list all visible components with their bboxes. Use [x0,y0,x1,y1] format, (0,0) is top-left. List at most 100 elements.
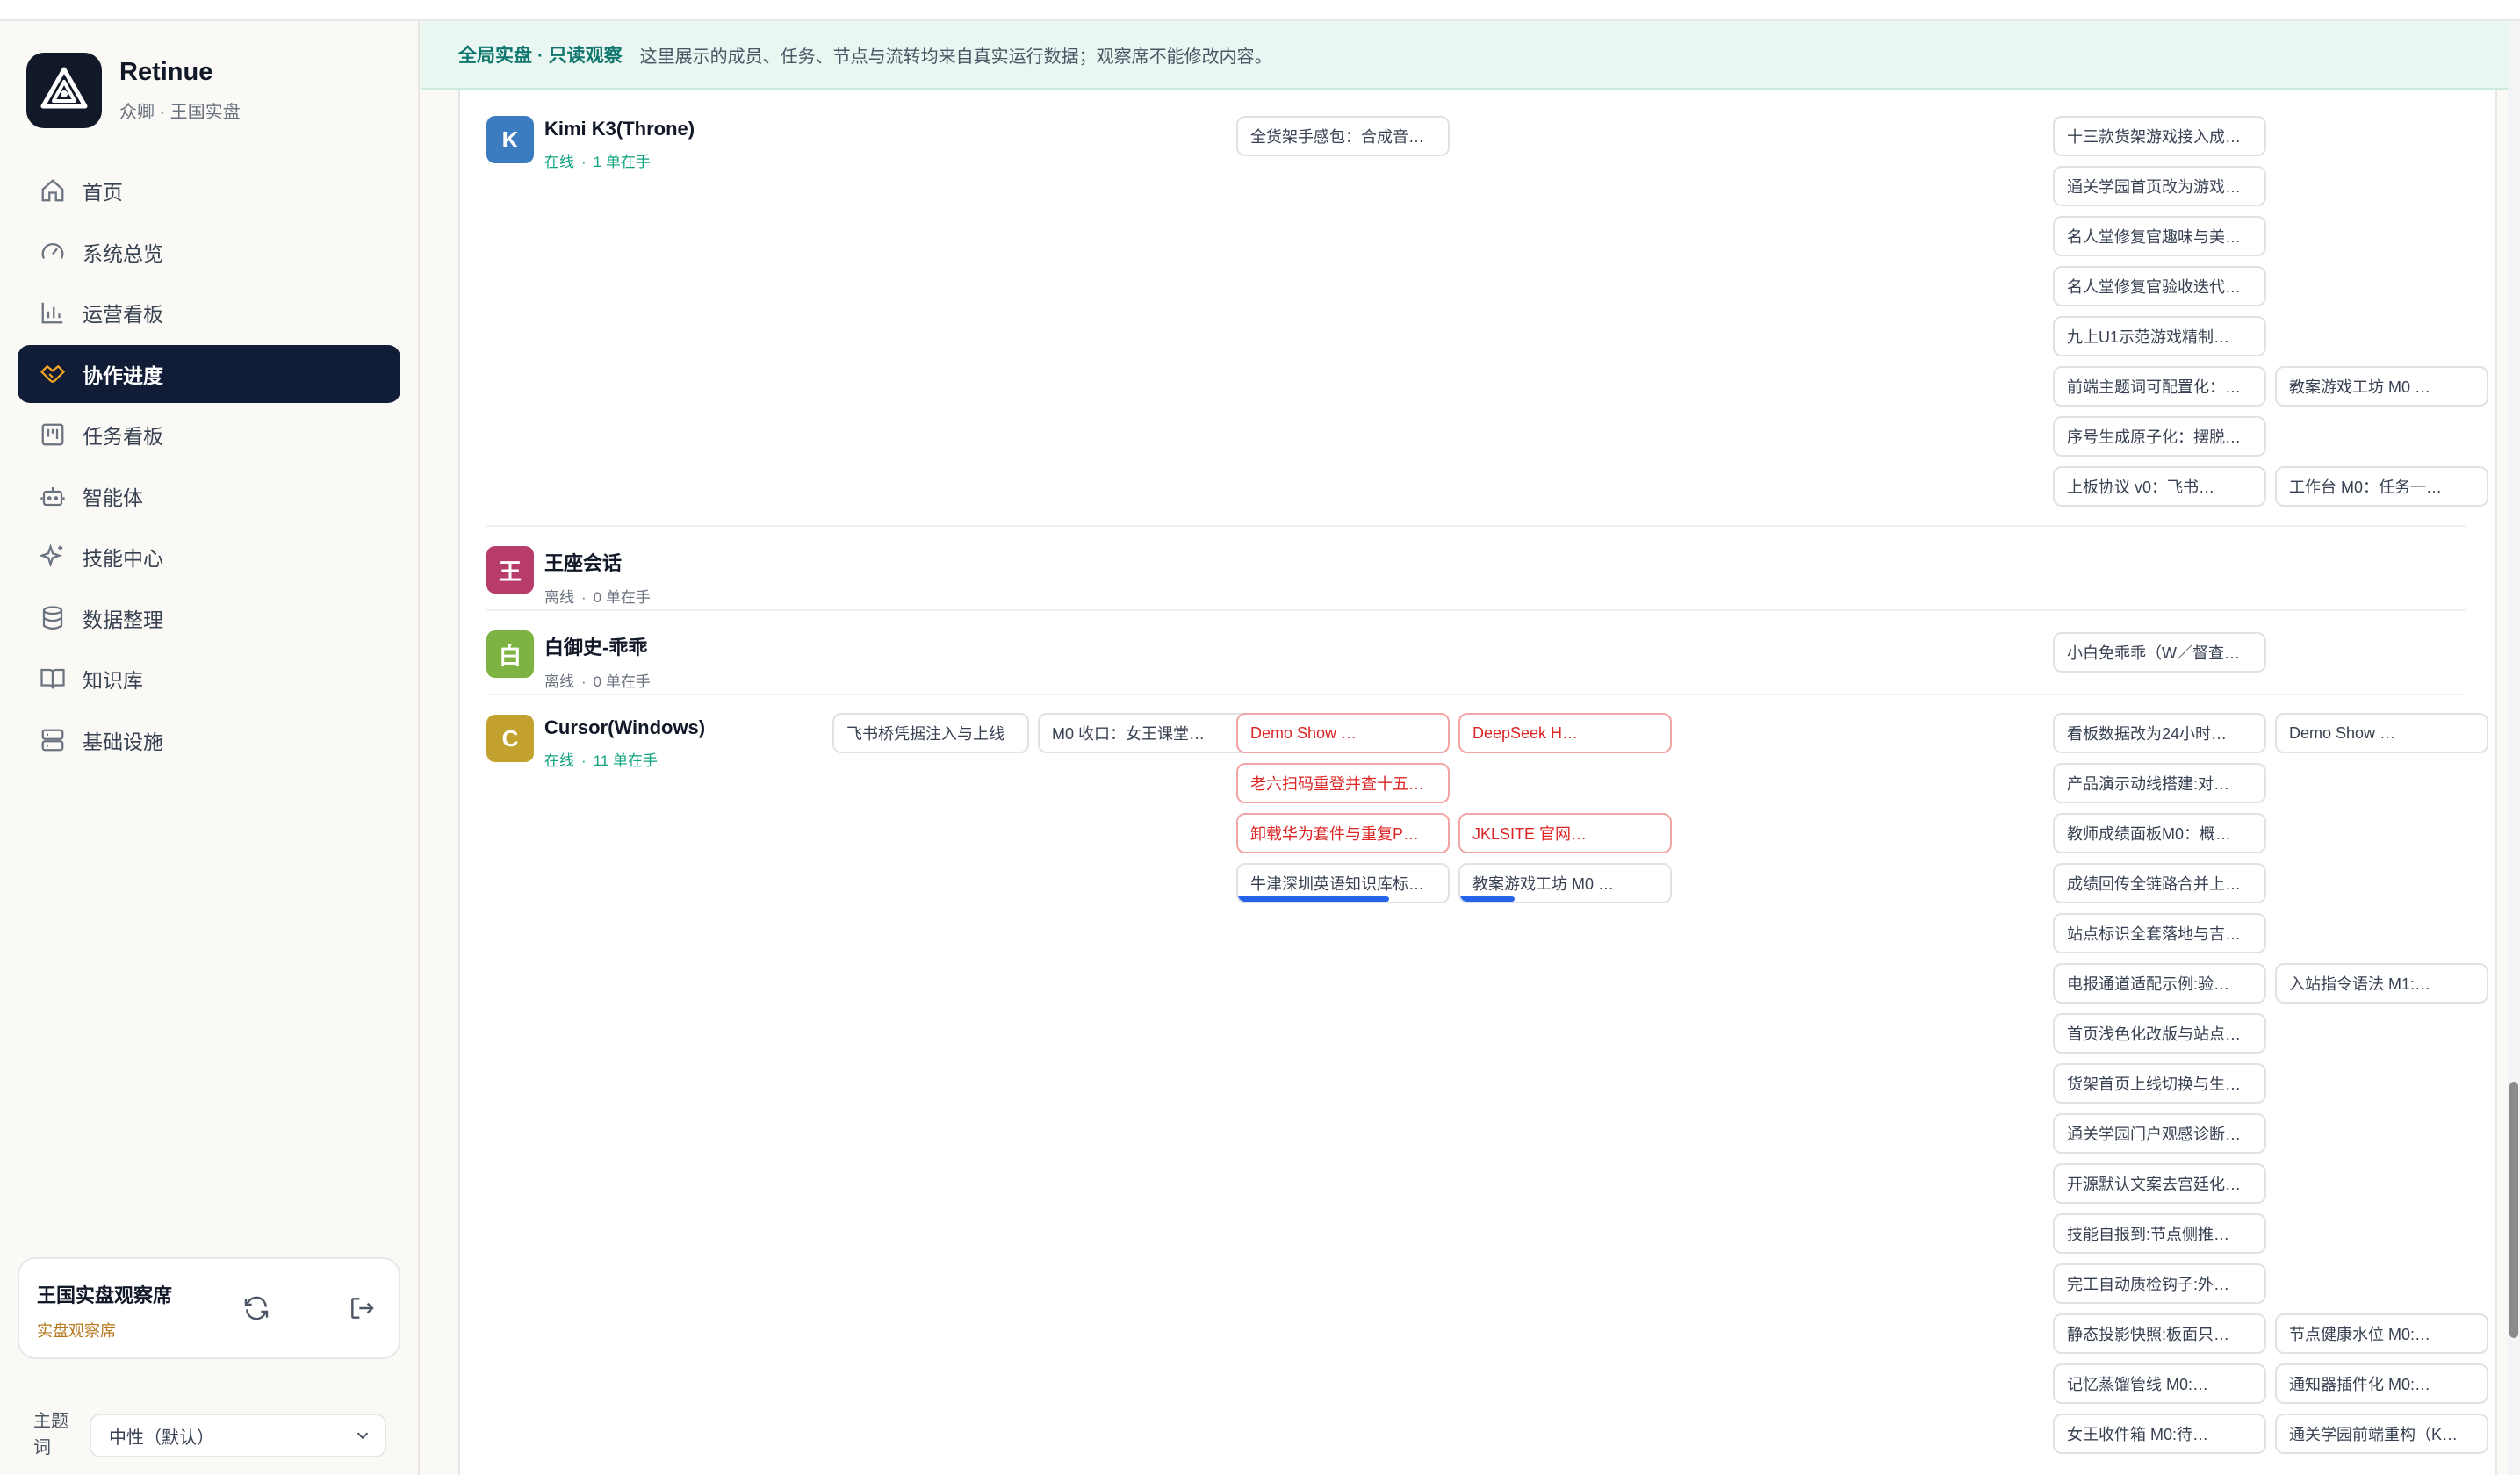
member-name[interactable]: Kimi K3(Throne) [544,118,695,140]
blocked-task-chip[interactable]: 卸载华为套件与重复P… [1236,813,1450,853]
done-task-chip[interactable]: 小白免乖乖（W／督查… [2053,632,2266,673]
sidebar-item-skills[interactable]: 技能中心 [18,528,400,586]
sidebar-item-data[interactable]: 数据整理 [18,589,400,647]
banner-text: 这里展示的成员、任务、节点与流转均来自真实运行数据；观察席不能修改内容。 [639,47,1272,67]
done-task-chip[interactable]: 货架首页上线切换与生… [2053,1063,2266,1104]
theme-select[interactable]: 中性（默认） [90,1414,386,1457]
sidebar-item-label: 技能中心 [83,547,163,570]
done-task-chip[interactable]: 教案游戏工坊 M0 … [2275,366,2488,407]
task-chip-label: 牛津深圳英语知识库标… [1250,875,1424,893]
done-task-chip[interactable]: 静态投影快照:板面只… [2053,1313,2266,1354]
done-task-chip[interactable]: 首页浅色化改版与站点… [2053,1013,2266,1054]
status-state: 在线 [544,752,574,769]
member-card: C Cursor(Windows) 在线 · 11 单在手 [486,715,705,770]
done-task-chip[interactable]: 开源默认文案去宫廷化… [2053,1163,2266,1204]
done-task-chip[interactable]: 记忆蒸馏管线 M0:… [2053,1363,2266,1404]
blocked-task-chip[interactable]: DeepSeek H… [1458,713,1672,753]
done-task-chip[interactable]: 入站指令语法 M1:… [2275,963,2488,1004]
bar-chart-icon [37,297,68,328]
done-task-chip[interactable]: 电报通道适配示例:验… [2053,963,2266,1004]
status-count: 0 单在手 [593,589,651,606]
done-task-chip[interactable]: Demo Show … [2275,713,2488,753]
sidebar-item-label: 基础设施 [83,730,163,753]
member-status: 离线 · 0 单在手 [544,585,651,607]
status-state: 离线 [544,589,574,606]
theme-label: 主题词 [33,1412,68,1457]
avatar: C [486,715,534,762]
done-task-chip[interactable]: 九上U1示范游戏精制… [2053,316,2266,356]
sidebar-item-label: 智能体 [83,486,143,509]
status-count: 11 单在手 [593,752,659,769]
member-info: Cursor(Windows) 在线 · 11 单在手 [544,716,705,770]
observer-card: 王国实盘观察席 实盘观察席 [18,1257,400,1359]
sidebar-item-agents[interactable]: 智能体 [18,467,400,525]
task-chip-label: JKLSITE 官网… [1472,825,1588,843]
blocked-task-chip[interactable]: Demo Show … [1236,713,1450,753]
kanban-icon [37,419,68,450]
logout-button[interactable] [344,1291,379,1326]
refresh-button[interactable] [239,1291,274,1326]
done-task-chip[interactable]: 序号生成原子化：摆脱… [2053,416,2266,457]
task-chip[interactable]: M0 收口：女王课堂… [1038,713,1251,753]
task-chip[interactable]: 牛津深圳英语知识库标… [1236,863,1450,903]
sidebar-item-task-board[interactable]: 任务看板 [18,406,400,464]
scrollbar-thumb[interactable] [2509,1082,2518,1338]
done-task-chip[interactable]: 名人堂修复官趣味与美… [2053,216,2266,256]
status-state: 在线 [544,154,574,170]
progress-bar [1460,896,1516,902]
done-task-chip[interactable]: 通知器插件化 M0:… [2275,1363,2488,1404]
done-task-chip[interactable]: 成绩回传全链路合并上… [2053,863,2266,903]
sidebar-item-knowledge[interactable]: 知识库 [18,650,400,708]
member-name[interactable]: Cursor(Windows) [544,716,705,739]
sidebar-nav: 首页 系统总览 运营看板 协作进度 任务看板 智能体 技能中心 数据整理 知识库… [18,162,400,772]
member-name[interactable]: 白御史-乖乖 [544,632,651,660]
done-task-chip[interactable]: 通关学园前端重构（K… [2275,1414,2488,1454]
sidebar-item-collaboration[interactable]: 协作进度 [18,344,400,403]
member-name[interactable]: 王座会话 [544,548,651,576]
banner-tag: 全局实盘 · 只读观察 [458,46,623,66]
done-task-chip[interactable]: 完工自动质检钩子:外… [2053,1263,2266,1304]
bot-icon [37,480,68,512]
sparkles-icon [37,541,68,572]
member-info: Kimi K3(Throne) 在线 · 1 单在手 [544,118,695,171]
gauge-icon [37,236,68,268]
refresh-icon [244,1296,269,1320]
done-task-chip[interactable]: 节点健康水位 M0:… [2275,1313,2488,1354]
done-task-chip[interactable]: 看板数据改为24小时… [2053,713,2266,753]
done-task-chip[interactable]: 女王收件箱 M0:待… [2053,1414,2266,1454]
done-task-chip[interactable]: 上板协议 v0：飞书… [2053,466,2266,507]
blocked-task-chip[interactable]: 老六扫码重登并查十五… [1236,763,1450,803]
sidebar-item-label: 协作进度 [83,363,163,387]
task-chip-label: 老六扫码重登并查十五… [1250,775,1424,793]
status-separator: · [581,752,587,769]
done-task-chip[interactable]: 产品演示动线搭建:对… [2053,763,2266,803]
done-task-chip[interactable]: 通关学园门户观感诊断… [2053,1113,2266,1154]
brand-name: Retinue [119,58,213,86]
task-chip[interactable]: 教案游戏工坊 M0 … [1458,863,1672,903]
collaboration-panel: K Kimi K3(Throne) 在线 · 1 单在手 全货架手感包：合成音… 十三款货架… [458,90,2497,1475]
done-task-chip[interactable]: 教师成绩面板M0：概… [2053,813,2266,853]
done-task-chip[interactable]: 通关学园首页改为游戏… [2053,166,2266,206]
database-icon [37,602,68,634]
task-chip[interactable]: 全货架手感包：合成音… [1236,116,1450,156]
member-card: K Kimi K3(Throne) 在线 · 1 单在手 [486,116,695,171]
observer-subtitle: 实盘观察席 [37,1322,116,1340]
task-chip[interactable]: 飞书桥凭据注入与上线 [832,713,1029,753]
sidebar-item-home[interactable]: 首页 [18,162,400,219]
sidebar-item-label: 任务看板 [83,425,163,448]
blocked-task-chip[interactable]: JKLSITE 官网… [1458,813,1672,853]
done-task-chip[interactable]: 站点标识全套落地与吉… [2053,913,2266,953]
brand[interactable]: Retinue 众卿 · 王国实盘 [26,53,241,128]
done-task-chip[interactable]: 工作台 M0：任务一… [2275,466,2488,507]
sidebar-item-infrastructure[interactable]: 基础设施 [18,711,400,769]
server-icon [37,724,68,756]
done-task-chip[interactable]: 十三款货架游戏接入成… [2053,116,2266,156]
sidebar-item-overview[interactable]: 系统总览 [18,223,400,281]
done-task-chip[interactable]: 名人堂修复官验收迭代… [2053,266,2266,306]
sidebar-item-operations[interactable]: 运营看板 [18,284,400,342]
avatar: 白 [486,630,534,678]
window-top-edge [0,0,2520,21]
sidebar-item-label: 知识库 [83,669,143,692]
done-task-chip[interactable]: 前端主题词可配置化：… [2053,366,2266,407]
done-task-chip[interactable]: 技能自报到:节点侧推… [2053,1213,2266,1254]
